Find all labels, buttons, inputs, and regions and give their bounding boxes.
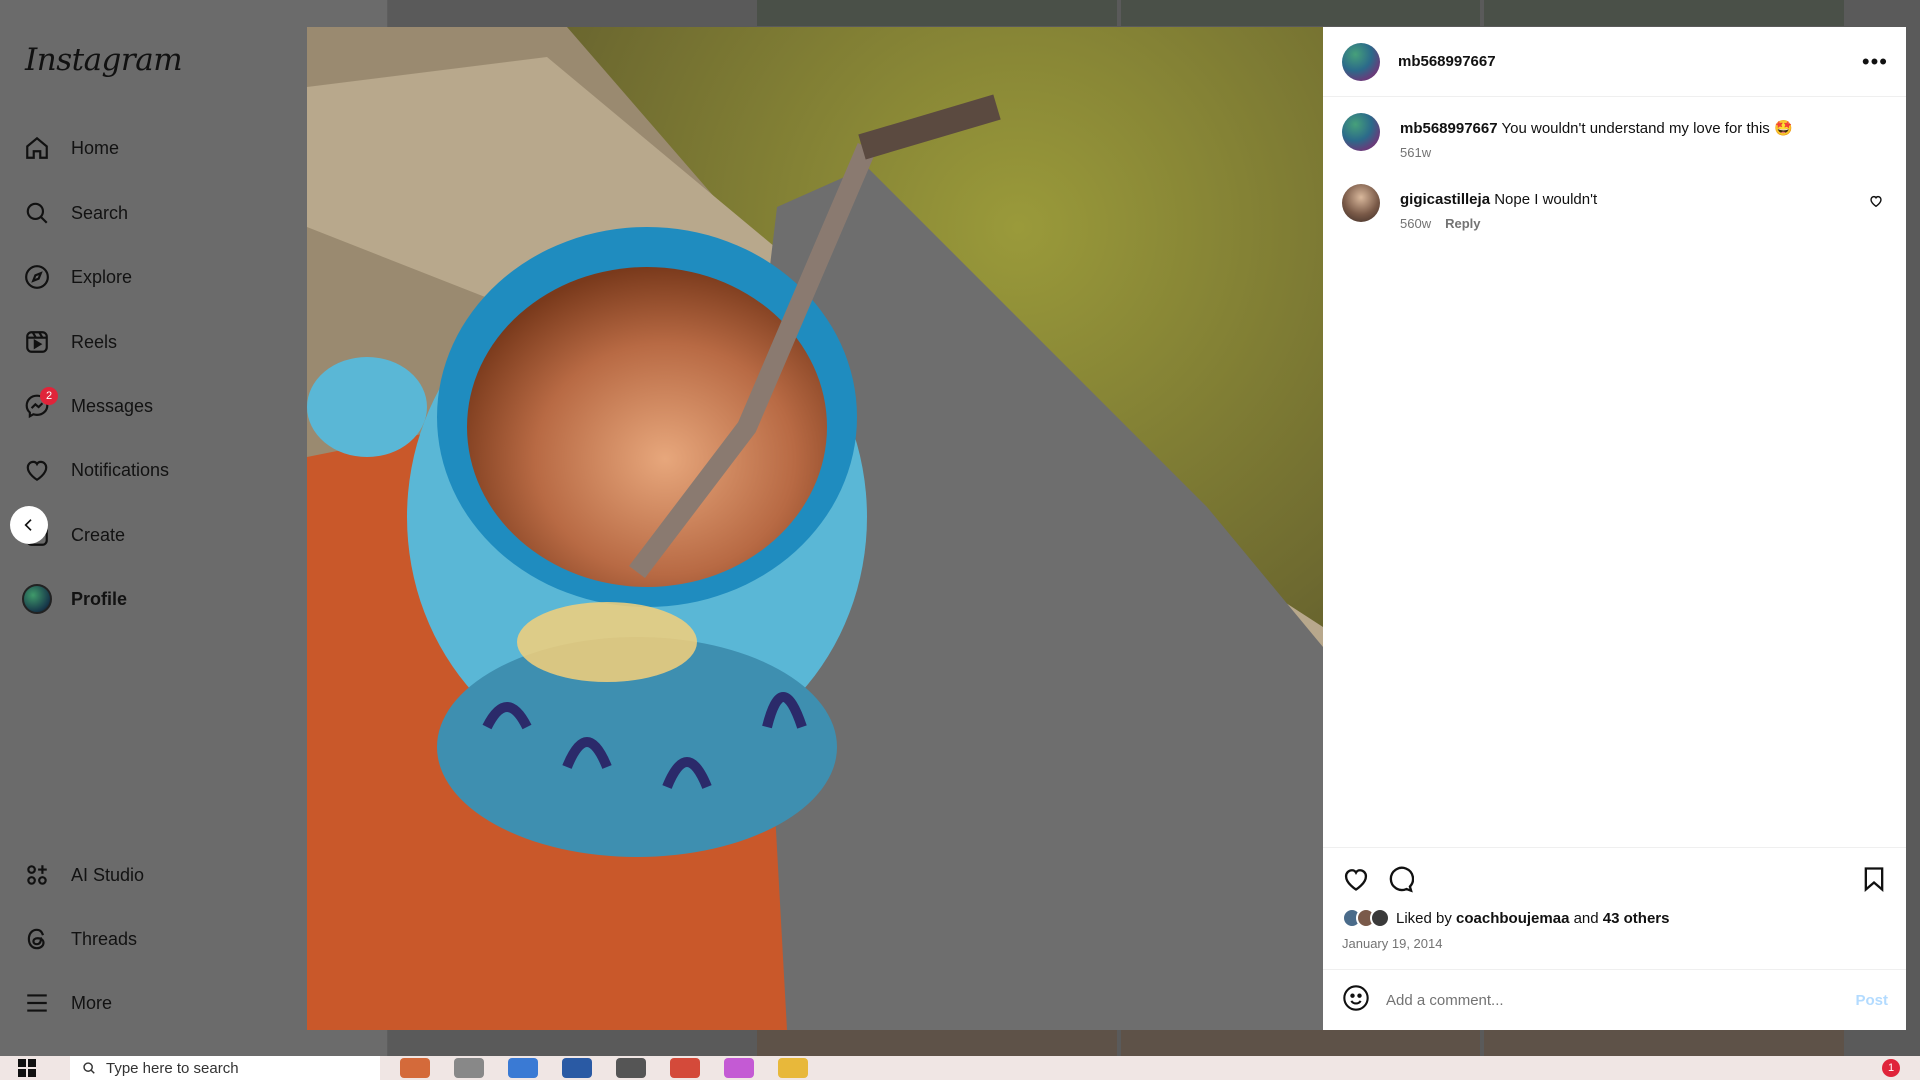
comment-time[interactable]: 560w	[1400, 216, 1431, 231]
app-icon[interactable]	[724, 1058, 754, 1078]
sidebar-item-label: AI Studio	[71, 864, 145, 885]
taskbar-search-placeholder: Type here to search	[106, 1059, 239, 1077]
caption-comment: mb568997667 You wouldn't understand my l…	[1342, 113, 1887, 160]
dell-icon[interactable]	[616, 1058, 646, 1078]
post-actions: Liked by coachboujemaa and 43 others Jan…	[1323, 847, 1906, 951]
emoji-icon[interactable]	[1342, 984, 1370, 1017]
sidebar-item-label: Create	[71, 524, 126, 545]
sidebar-item-label: Threads	[71, 928, 138, 949]
messages-badge: 2	[40, 387, 58, 405]
caption-avatar[interactable]	[1342, 113, 1380, 151]
previous-post-button[interactable]	[10, 506, 48, 544]
liked-by-summary: Liked by coachboujemaa and 43 others	[1342, 908, 1888, 928]
sidebar-item-label: Notifications	[71, 459, 170, 480]
sidebar-item-label: More	[71, 992, 113, 1013]
comment-like-heart-icon[interactable]	[1869, 194, 1883, 213]
post-comment-button[interactable]: Post	[1855, 992, 1888, 1009]
basketball-app-icon[interactable]	[400, 1058, 430, 1078]
windows-taskbar: Type here to search 1	[0, 1056, 1920, 1080]
comment-bubble-icon[interactable]	[1386, 865, 1414, 893]
coffee-mug-photo	[307, 27, 1323, 1030]
sidebar-item-label: Explore	[71, 266, 133, 287]
background-grid-top	[757, 0, 1845, 26]
chrome-icon[interactable]	[670, 1058, 700, 1078]
search-icon	[22, 198, 52, 228]
copilot-icon[interactable]	[508, 1058, 538, 1078]
ai-studio-icon	[22, 860, 52, 890]
add-comment-input[interactable]	[1386, 991, 1856, 1009]
like-heart-icon[interactable]	[1342, 865, 1370, 893]
add-comment-bar: Post	[1323, 969, 1906, 1030]
author-username[interactable]: mb568997667	[1398, 53, 1862, 70]
commenter-username[interactable]: gigicastilleja	[1400, 191, 1490, 208]
author-avatar[interactable]	[1342, 42, 1380, 81]
threads-icon	[22, 924, 52, 954]
liked-by-user[interactable]: coachboujemaa	[1456, 910, 1569, 927]
liked-by-prefix: Liked by	[1396, 909, 1452, 927]
comment-item: gigicastilleja Nope I wouldn't 560w Reply	[1342, 184, 1887, 231]
caption-text: You wouldn't understand my love for this…	[1501, 120, 1793, 137]
post-header: mb568997667 •••	[1323, 27, 1906, 97]
taskbar-search-box[interactable]: Type here to search	[70, 1056, 380, 1080]
profile-avatar	[22, 584, 52, 614]
mail-icon[interactable]	[562, 1058, 592, 1078]
task-view-icon[interactable]	[454, 1058, 484, 1078]
sidebar-item-label: Profile	[71, 588, 128, 609]
chevron-left-icon	[24, 519, 32, 531]
sidebar-item-label: Reels	[71, 331, 118, 352]
background-grid-bottom	[757, 1030, 1845, 1056]
windows-start-icon[interactable]	[18, 1059, 36, 1077]
comments-list: mb568997667 You wouldn't understand my l…	[1323, 97, 1906, 847]
post-photo[interactable]	[307, 27, 1323, 1030]
more-options-icon[interactable]: •••	[1862, 50, 1888, 73]
reply-button[interactable]: Reply	[1445, 216, 1480, 231]
compass-icon	[22, 262, 52, 292]
comment-text: Nope I wouldn't	[1494, 191, 1598, 208]
heart-icon	[22, 455, 52, 485]
post-detail-panel: mb568997667 ••• mb568997667 You wouldn't…	[1323, 27, 1906, 1030]
taskbar-notification-badge[interactable]: 1	[1882, 1059, 1900, 1077]
file-explorer-icon[interactable]	[778, 1058, 808, 1078]
sidebar-item-label: Search	[71, 202, 129, 223]
sidebar-item-label: Messages	[71, 395, 154, 416]
reels-icon	[22, 327, 52, 357]
home-icon	[22, 133, 52, 163]
taskbar-pinned-apps	[400, 1058, 808, 1078]
search-icon	[83, 1062, 95, 1074]
liked-by-and: and	[1573, 909, 1599, 927]
commenter-avatar[interactable]	[1342, 184, 1380, 222]
caption-time[interactable]: 561w	[1400, 145, 1431, 160]
sidebar-item-label: Home	[71, 137, 120, 158]
post-date[interactable]: January 19, 2014	[1342, 936, 1888, 951]
liker-avatars	[1342, 908, 1390, 928]
instagram-logo[interactable]: Instagram	[25, 42, 183, 78]
menu-icon	[22, 988, 52, 1018]
messenger-icon: 2	[22, 387, 58, 421]
liked-by-others[interactable]: 43 others	[1603, 910, 1670, 927]
caption-username[interactable]: mb568997667	[1400, 120, 1498, 137]
bookmark-icon[interactable]	[1860, 865, 1888, 893]
